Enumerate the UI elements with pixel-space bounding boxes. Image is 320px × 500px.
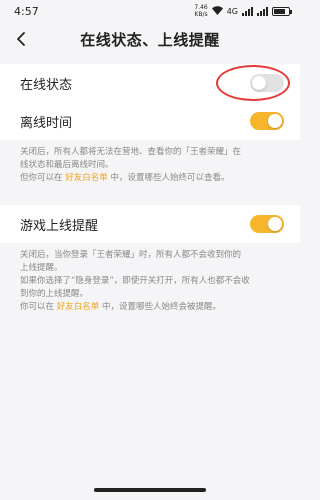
toggle-knob xyxy=(252,76,266,90)
online-status-label: 在线状态 xyxy=(20,77,73,93)
signal-icon-2 xyxy=(257,6,268,16)
game-online-alert-row: 游戏上线提醒 xyxy=(0,205,300,243)
home-indicator[interactable] xyxy=(94,488,206,492)
wifi-icon xyxy=(211,5,223,17)
battery-icon xyxy=(272,6,292,16)
header: 在线状态、上线提醒 xyxy=(0,22,300,56)
online-settings-section: 在线状态 离线时间 xyxy=(0,64,300,140)
status-time: 4:57 xyxy=(14,4,39,18)
net-speed: 7.46 KB/s xyxy=(194,4,208,18)
chevron-left-icon[interactable] xyxy=(10,28,32,50)
status-bar: 4:57 7.46 KB/s 4G xyxy=(0,0,300,22)
network-type-label: 4G xyxy=(226,6,238,16)
online-status-toggle[interactable] xyxy=(250,74,284,92)
friend-whitelist-link[interactable]: 好友白名单 xyxy=(65,173,108,183)
toggle-knob xyxy=(268,217,282,231)
status-icons: 7.46 KB/s 4G xyxy=(194,4,292,18)
friend-whitelist-link-2[interactable]: 好友白名单 xyxy=(57,302,100,312)
game-online-alert-label: 游戏上线提醒 xyxy=(20,218,99,234)
offline-time-label: 离线时间 xyxy=(20,115,73,131)
offline-description: 关闭后，所有人都将无法在营地、查看你的「王者荣耀」在 线状态和最后离线时间。 但… xyxy=(0,140,300,195)
offline-time-toggle[interactable] xyxy=(250,112,284,130)
online-status-toggle-wrap xyxy=(216,65,290,101)
page-title: 在线状态、上线提醒 xyxy=(80,30,220,49)
toggle-knob xyxy=(268,114,282,128)
signal-icon xyxy=(242,6,253,16)
alert-settings-section: 游戏上线提醒 xyxy=(0,205,300,243)
offline-time-row: 离线时间 xyxy=(0,102,300,140)
online-status-row: 在线状态 xyxy=(0,64,300,102)
alert-description: 关闭后，当你登录「王者荣耀」时，所有人都不会收到你的 上线提醒。 如果你选择了“… xyxy=(0,243,300,324)
game-online-alert-toggle[interactable] xyxy=(250,215,284,233)
